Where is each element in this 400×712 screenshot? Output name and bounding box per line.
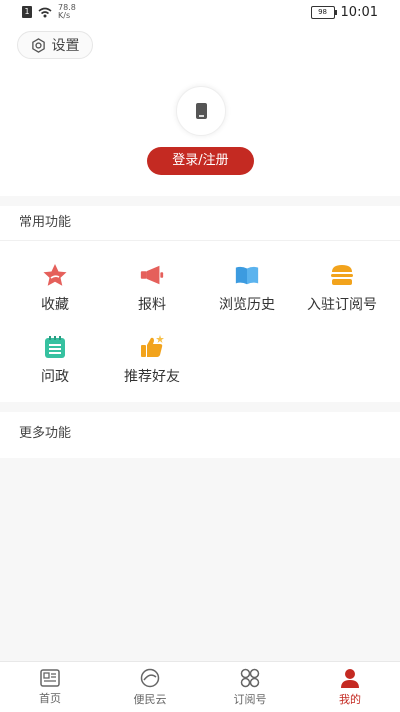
function-label: 推荐好友 xyxy=(124,369,180,385)
function-history[interactable]: 浏览历史 xyxy=(197,264,297,314)
burger-icon xyxy=(329,264,355,286)
phone-icon xyxy=(195,103,207,119)
function-recommend-friends[interactable]: 推荐好友 xyxy=(102,335,202,386)
function-favorites[interactable]: 收藏 xyxy=(5,264,105,314)
divider xyxy=(0,240,400,241)
section-title: 常用功能 xyxy=(19,215,72,230)
status-right: 98 10:01 xyxy=(310,5,378,20)
function-label: 收藏 xyxy=(41,297,69,313)
function-label: 报料 xyxy=(138,297,166,313)
common-functions-section: 常用功能 收藏 报料 浏览历史 入驻订阅号 问政 推荐好友 xyxy=(0,206,400,402)
news-icon xyxy=(40,668,60,687)
function-label: 入驻订阅号 xyxy=(307,297,377,313)
profile-header: 设置 登录/注册 xyxy=(0,26,400,196)
gear-icon xyxy=(31,37,45,53)
net-speed: 78.8 K/s xyxy=(58,4,76,20)
tab-home[interactable]: 首页 xyxy=(0,662,100,712)
thumbs-up-icon xyxy=(139,335,165,358)
function-inquiry[interactable]: 问政 xyxy=(5,336,105,386)
wifi-icon xyxy=(38,7,52,17)
battery-icon: 98 xyxy=(310,6,337,19)
function-label: 问政 xyxy=(41,369,69,385)
tab-subscriptions[interactable]: 订阅号 xyxy=(200,662,300,712)
clock: 10:01 xyxy=(340,5,378,20)
bottom-tab-bar: 首页 便民云 订阅号 我的 xyxy=(0,661,400,712)
section-title: 更多功能 xyxy=(19,426,72,441)
login-register-button[interactable]: 登录/注册 xyxy=(147,147,254,175)
tab-convenience-cloud[interactable]: 便民云 xyxy=(100,662,200,712)
status-bar: 1 78.8 K/s 98 10:01 xyxy=(0,0,400,26)
user-icon xyxy=(341,668,359,688)
star-icon xyxy=(42,264,68,286)
battery-level: 98 xyxy=(318,8,327,16)
tab-label: 首页 xyxy=(39,691,61,705)
function-label: 浏览历史 xyxy=(219,297,275,313)
tab-mine[interactable]: 我的 xyxy=(300,662,400,712)
tab-label: 我的 xyxy=(339,692,361,706)
megaphone-icon xyxy=(139,264,165,286)
settings-label: 设置 xyxy=(51,38,80,54)
more-functions-section: 更多功能 xyxy=(0,412,400,458)
notepad-icon xyxy=(42,336,68,358)
function-report[interactable]: 报料 xyxy=(102,264,202,314)
book-icon xyxy=(234,264,260,286)
avatar[interactable] xyxy=(176,86,226,136)
tab-label: 订阅号 xyxy=(233,692,267,706)
tab-label: 便民云 xyxy=(133,692,167,706)
settings-button[interactable]: 设置 xyxy=(17,31,93,59)
cloud-icon xyxy=(140,668,160,687)
grid-icon xyxy=(240,668,260,687)
net-speed-unit: K/s xyxy=(58,11,71,20)
sim-icon: 1 xyxy=(22,6,32,18)
status-left: 1 78.8 K/s xyxy=(22,4,76,20)
function-subscribe-account[interactable]: 入驻订阅号 xyxy=(292,264,392,314)
